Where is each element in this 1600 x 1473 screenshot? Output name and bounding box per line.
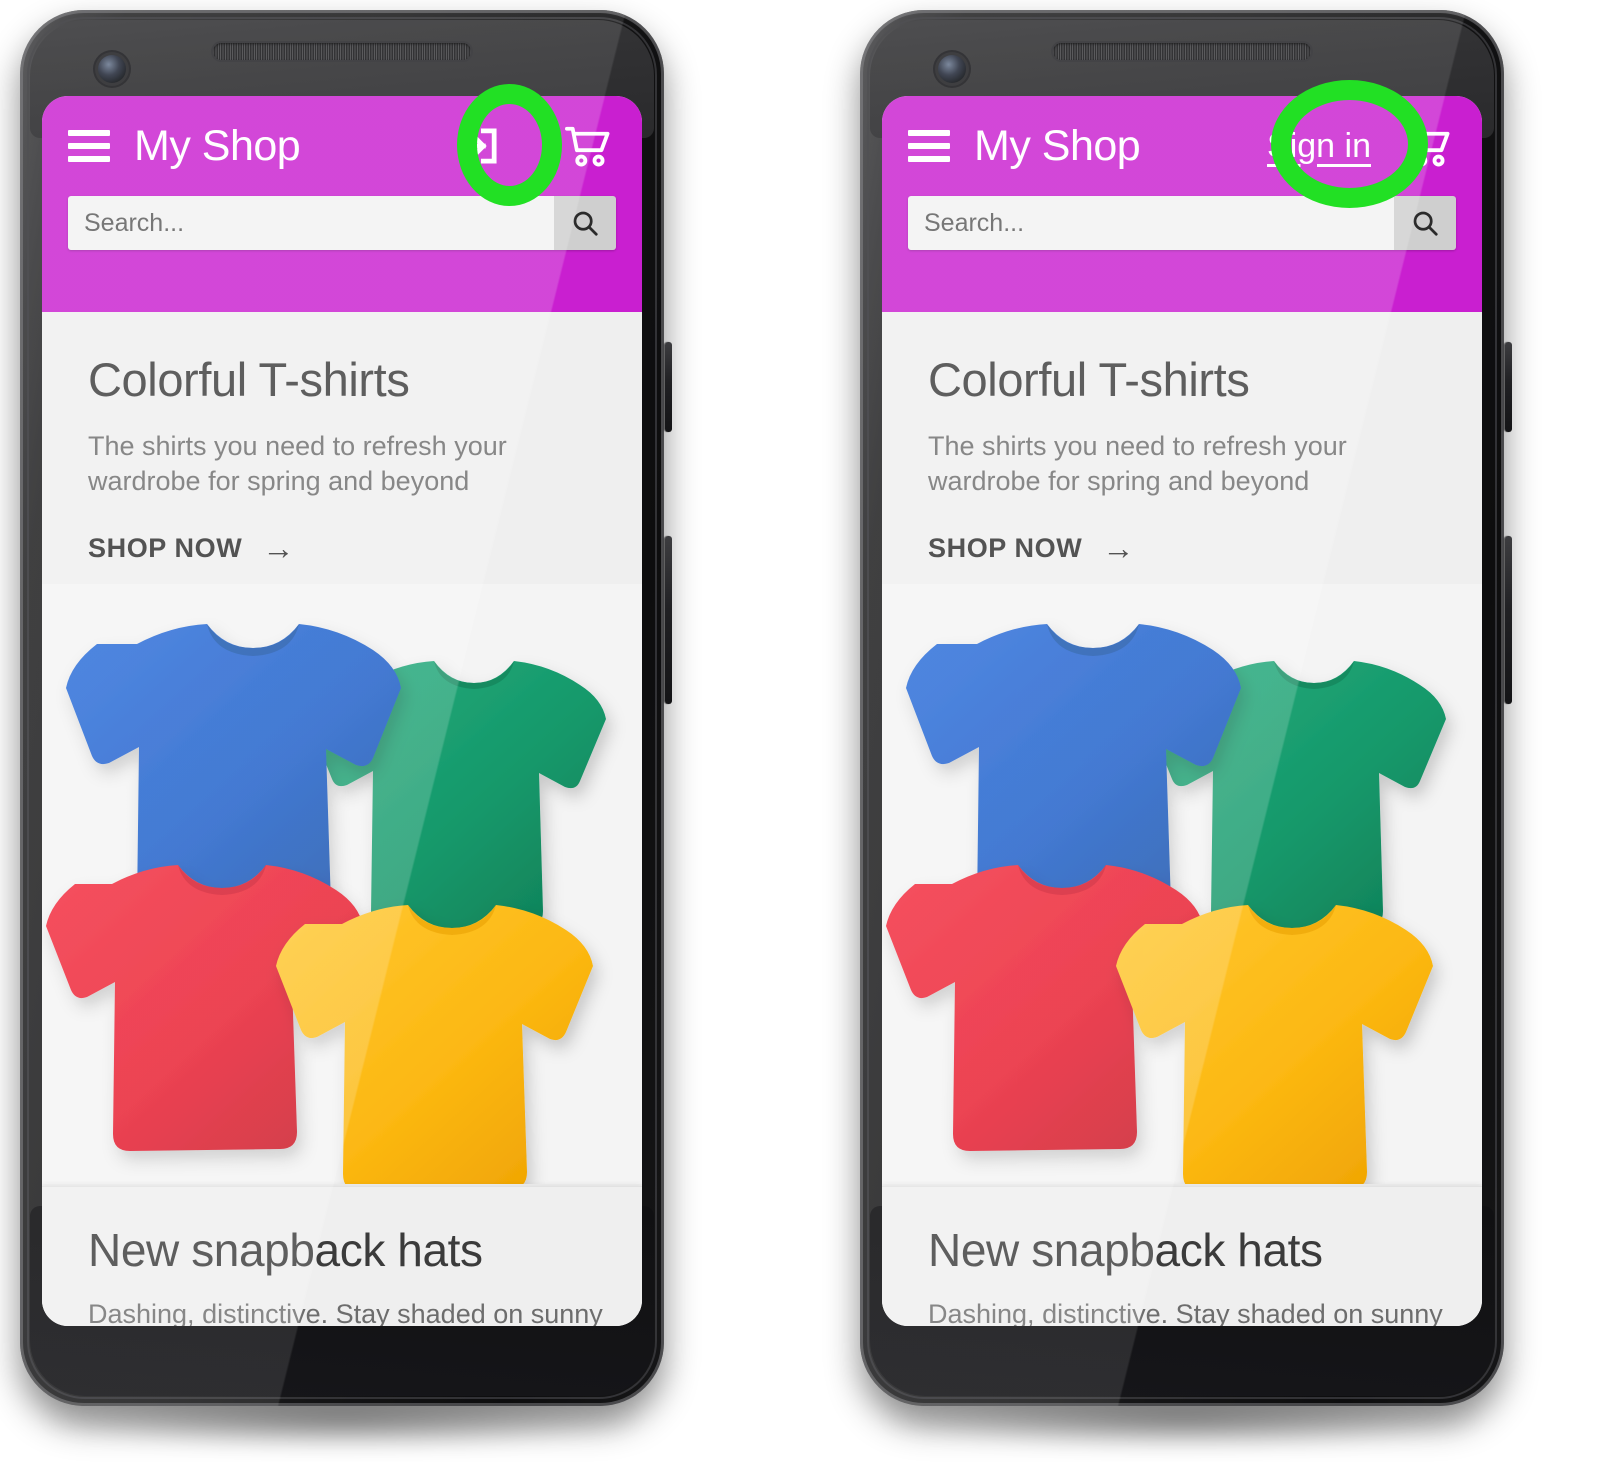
hero-card: Colorful T-shirts The shirts you need to…: [882, 312, 1482, 1192]
arrow-right-icon: →: [262, 530, 295, 567]
app-header: My Shop Sign in: [882, 96, 1482, 312]
power-button[interactable]: [1505, 342, 1512, 432]
hero-card: Colorful T-shirts The shirts you need to…: [42, 312, 642, 1192]
comparison-screenshot: My Shop Search... Colorful T-shirts The …: [0, 0, 1600, 1473]
sign-in-link[interactable]: Sign in: [1267, 127, 1371, 166]
search-field: [908, 196, 1456, 250]
app-header: My Shop: [42, 96, 642, 312]
search-button[interactable]: [554, 196, 616, 250]
hero-image-tshirts: [42, 584, 642, 1192]
search-button[interactable]: [1394, 196, 1456, 250]
phone-screen: My Shop Search... Colorful T-shirts The …: [42, 96, 642, 1326]
volume-button[interactable]: [1505, 536, 1512, 704]
shop-now-link[interactable]: SHOP NOW →: [882, 532, 1482, 564]
shopping-cart-icon[interactable]: [1396, 118, 1460, 174]
tshirt-stack-illustration: [882, 584, 1482, 1192]
next-card-subtitle: Dashing, distinctive. Stay shaded on sun…: [88, 1299, 603, 1326]
page-body: Colorful T-shirts The shirts you need to…: [882, 312, 1482, 1326]
search-field: [68, 196, 616, 250]
next-card-subtitle: Dashing, distinctive. Stay shaded on sun…: [928, 1299, 1443, 1326]
device-body: My Shop Search... Colorful T-shirts The …: [20, 10, 664, 1406]
volume-button[interactable]: [665, 536, 672, 704]
auth-control-slot: [420, 120, 538, 172]
front-camera-icon: [98, 55, 126, 83]
hamburger-menu-icon[interactable]: [68, 130, 110, 162]
shop-now-link[interactable]: SHOP NOW →: [42, 532, 642, 564]
auth-control-slot: Sign in: [1260, 127, 1378, 166]
phone-device-before: My Shop Search... Colorful T-shirts The …: [2, 6, 682, 1456]
app-bar: My Shop Sign in: [882, 96, 1482, 196]
earpiece-speaker-grille: [1053, 43, 1311, 60]
page-body: Colorful T-shirts The shirts you need to…: [42, 312, 642, 1326]
next-card[interactable]: New snapback hats Dashing, distinctive. …: [42, 1186, 642, 1326]
app-title: My Shop: [974, 121, 1141, 170]
hero-subtitle: The shirts you need to refresh your ward…: [928, 431, 1347, 496]
device-body: My Shop Sign in Search... Colorful T-shi…: [860, 10, 1504, 1406]
hamburger-menu-icon[interactable]: [908, 130, 950, 162]
search-input[interactable]: [68, 196, 554, 250]
next-card[interactable]: New snapback hats Dashing, distinctive. …: [882, 1186, 1482, 1326]
hero-image-tshirts: [882, 584, 1482, 1192]
arrow-right-icon: →: [1102, 530, 1135, 567]
next-card-title: New snapback hats: [928, 1224, 1323, 1276]
hero-title: Colorful T-shirts: [928, 353, 1250, 406]
login-icon[interactable]: [453, 120, 505, 172]
hero-title: Colorful T-shirts: [88, 353, 410, 406]
search-row: [882, 196, 1482, 250]
app-title: My Shop: [134, 121, 301, 170]
shop-now-label: SHOP NOW: [88, 532, 243, 563]
search-input[interactable]: [908, 196, 1394, 250]
power-button[interactable]: [665, 342, 672, 432]
search-row: [42, 196, 642, 250]
next-card-title: New snapback hats: [88, 1224, 483, 1276]
hero-subtitle: The shirts you need to refresh your ward…: [88, 431, 507, 496]
shopping-cart-icon[interactable]: [556, 118, 620, 174]
phone-device-after: My Shop Sign in Search... Colorful T-shi…: [842, 6, 1522, 1456]
shop-now-label: SHOP NOW: [928, 532, 1083, 563]
front-camera-icon: [938, 55, 966, 83]
app-bar: My Shop: [42, 96, 642, 196]
tshirt-stack-illustration: [42, 584, 642, 1192]
earpiece-speaker-grille: [213, 43, 471, 60]
phone-screen: My Shop Sign in Search... Colorful T-shi…: [882, 96, 1482, 1326]
